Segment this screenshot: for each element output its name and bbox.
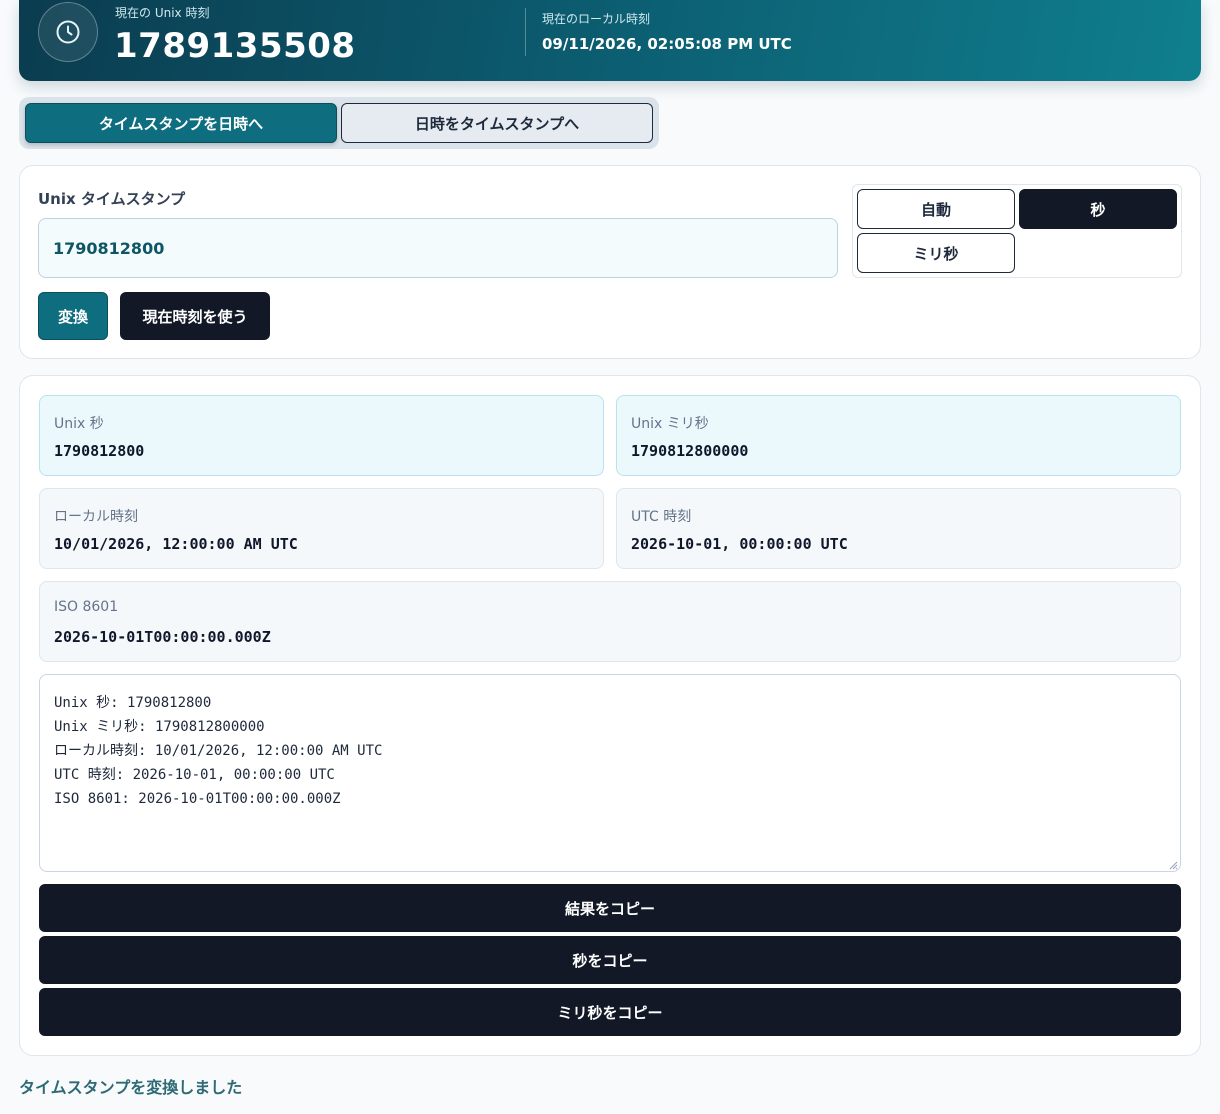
result-label: Unix 秒 — [54, 416, 104, 432]
copy-milliseconds-button[interactable]: ミリ秒をコピー — [39, 988, 1181, 1036]
unix-milliseconds-result: Unix ミリ秒 1790812800000 — [616, 395, 1181, 476]
result-label: ISO 8601 — [54, 599, 119, 615]
local-time-result: ローカル時刻 10/01/2026, 12:00:00 AM UTC — [39, 488, 604, 569]
copy-seconds-button[interactable]: 秒をコピー — [39, 936, 1181, 984]
current-unix-label: 現在の Unix 時刻 — [115, 6, 210, 20]
input-card: Unix タイムスタンプ 自動 秒 ミリ秒 変換 現在時刻を使う — [19, 165, 1201, 359]
unit-seconds-button[interactable]: 秒 — [1019, 189, 1177, 229]
clock-icon — [38, 2, 98, 62]
header-divider — [525, 8, 526, 56]
results-card: Unix 秒 1790812800 Unix ミリ秒 1790812800000… — [19, 375, 1201, 1056]
timestamp-input[interactable] — [38, 218, 838, 278]
tab-date-to-timestamp[interactable]: 日時をタイムスタンプへ — [341, 103, 653, 143]
utc-time-result: UTC 時刻 2026-10-01, 00:00:00 UTC — [616, 488, 1181, 569]
result-value: 2026-10-01T00:00:00.000Z — [54, 628, 271, 646]
result-value: 2026-10-01, 00:00:00 UTC — [631, 535, 848, 553]
unix-seconds-result: Unix 秒 1790812800 — [39, 395, 604, 476]
current-unix-value: 1789135508 — [114, 26, 356, 66]
result-value: 10/01/2026, 12:00:00 AM UTC — [54, 535, 298, 553]
convert-button[interactable]: 変換 — [38, 292, 108, 340]
result-value: 1790812800 — [54, 442, 145, 460]
use-now-button[interactable]: 現在時刻を使う — [120, 292, 270, 340]
tab-timestamp-to-date[interactable]: タイムスタンプを日時へ — [25, 103, 337, 143]
copy-result-button[interactable]: 結果をコピー — [39, 884, 1181, 932]
result-label: UTC 時刻 — [631, 509, 692, 525]
timestamp-label: Unix タイムスタンプ — [38, 190, 186, 208]
mode-tabs: タイムスタンプを日時へ 日時をタイムスタンプへ — [19, 97, 659, 149]
resize-handle-icon[interactable] — [1168, 860, 1178, 870]
result-label: ローカル時刻 — [54, 509, 138, 525]
result-value: 1790812800000 — [631, 442, 749, 460]
unit-milliseconds-button[interactable]: ミリ秒 — [857, 233, 1015, 273]
current-local-label: 現在のローカル時刻 — [542, 12, 651, 26]
status-message: タイムスタンプを変換しました — [19, 1078, 243, 1097]
current-local-value: 09/11/2026, 02:05:08 PM UTC — [542, 35, 792, 53]
unit-auto-button[interactable]: 自動 — [857, 189, 1015, 229]
result-label: Unix ミリ秒 — [631, 416, 709, 432]
result-summary-textarea[interactable]: Unix 秒: 1790812800 Unix ミリ秒: 17908128000… — [39, 674, 1181, 872]
current-time-banner: 現在の Unix 時刻 1789135508 現在のローカル時刻 09/11/2… — [19, 0, 1201, 81]
unit-selector: 自動 秒 ミリ秒 — [852, 184, 1182, 278]
iso-8601-result: ISO 8601 2026-10-01T00:00:00.000Z — [39, 581, 1181, 662]
